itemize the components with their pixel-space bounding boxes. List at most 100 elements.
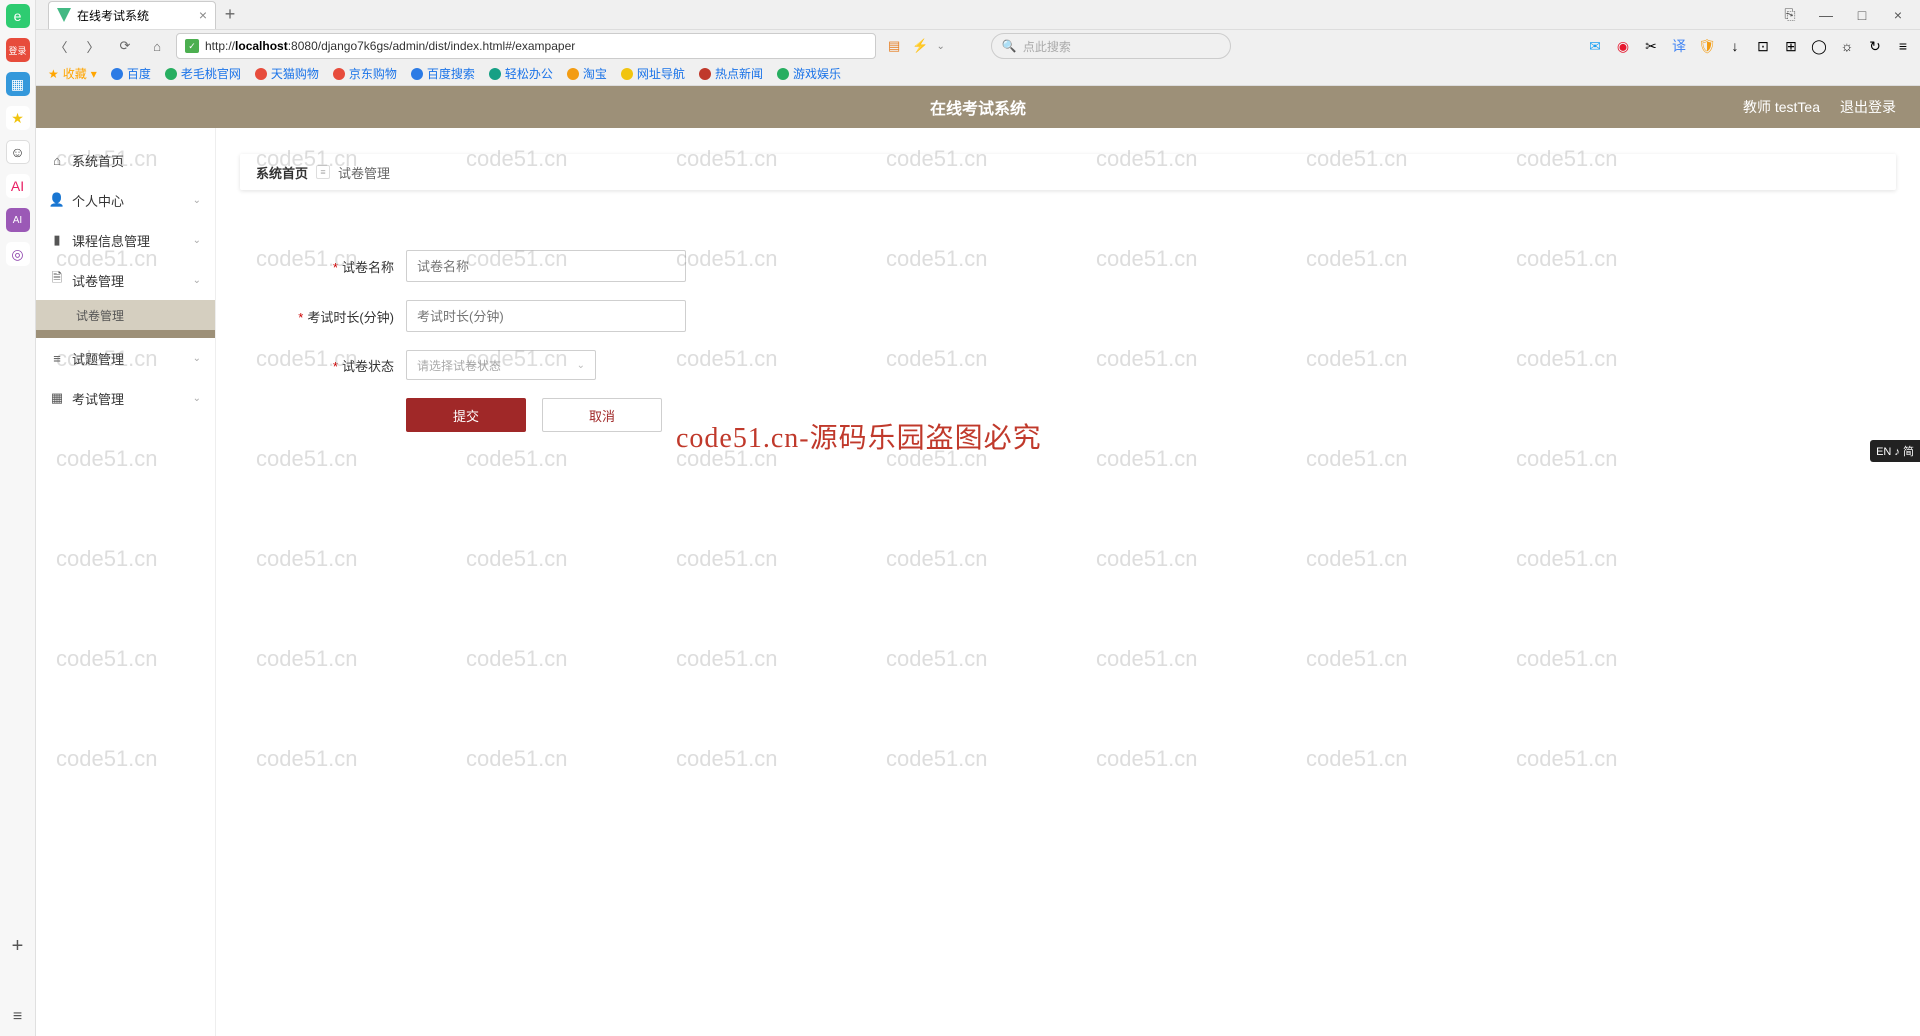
app-body: ⌂ 系统首页 👤 个人中心 ⌄ ▮ 课程信息管理 ⌄ 🗎 试卷管理 ⌄ 试卷管理… xyxy=(36,86,1920,1036)
button-row: 提交 取消 xyxy=(406,398,1896,432)
ext-icon-scissors[interactable]: ✂ xyxy=(1642,37,1660,55)
window-close-icon[interactable]: × xyxy=(1884,5,1912,25)
nav-forward-icon[interactable]: 〉 xyxy=(80,33,106,59)
reader-mode-icon[interactable]: ▤ xyxy=(888,38,900,54)
watermark-tile: code51.cn xyxy=(1516,646,1618,672)
sidebar: ⌂ 系统首页 👤 个人中心 ⌄ ▮ 课程信息管理 ⌄ 🗎 试卷管理 ⌄ 试卷管理… xyxy=(36,86,216,1036)
strip-add-icon[interactable]: + xyxy=(12,935,24,958)
chevron-down-icon: ⌄ xyxy=(193,353,201,364)
browser-left-strip: e 登录 ▦ ★ ☺ AI AI ◎ + ≡ xyxy=(0,0,36,1036)
user-icon: 👤 xyxy=(50,192,64,208)
bookmark-item-7[interactable]: 网址导航 xyxy=(621,65,685,82)
bookmark-item-9[interactable]: 游戏娱乐 xyxy=(777,65,841,82)
tab-close-icon[interactable]: × xyxy=(199,7,207,23)
search-icon: 🔍 xyxy=(1002,39,1017,53)
address-bar: 〈 〉 ⟳ ⌂ ✓ http://localhost:8080/django7k… xyxy=(0,30,1920,62)
breadcrumb-root[interactable]: 系统首页 xyxy=(256,163,308,182)
sidebar-item-exam[interactable]: ▦ 考试管理 ⌄ xyxy=(36,378,215,418)
sidebar-item-home[interactable]: ⌂ 系统首页 xyxy=(36,140,215,180)
sidebar-label: 个人中心 xyxy=(72,191,124,210)
browser-search-input[interactable]: 🔍 点此搜索 xyxy=(991,33,1231,59)
strip-icon-star[interactable]: ★ xyxy=(6,106,30,130)
ext-icon-translate[interactable]: 译 xyxy=(1670,37,1688,55)
strip-icon-robot[interactable]: ☺ xyxy=(6,140,30,164)
bookmark-item-8[interactable]: 热点新闻 xyxy=(699,65,763,82)
form-row-duration: *考试时长(分钟) xyxy=(276,300,1896,332)
bookmark-item-2[interactable]: 天猫购物 xyxy=(255,65,319,82)
watermark-tile: code51.cn xyxy=(1516,446,1618,472)
chevron-down-icon[interactable]: ⌄ xyxy=(936,41,944,52)
strip-icon-login[interactable]: 登录 xyxy=(6,38,30,62)
bookmark-item-6[interactable]: 淘宝 xyxy=(567,65,607,82)
list-icon: ≡ xyxy=(50,351,64,366)
sidebar-item-profile[interactable]: 👤 个人中心 ⌄ xyxy=(36,180,215,220)
lightning-icon[interactable]: ⚡ xyxy=(912,38,928,54)
sidebar-band xyxy=(36,330,215,338)
watermark-grid: code51.cn code51.cn code51.cn code51.cn code… xyxy=(216,86,1920,1036)
strip-icon-browser[interactable]: e xyxy=(6,4,30,28)
cancel-button[interactable]: 取消 xyxy=(542,398,662,432)
watermark-tile: code51.cn xyxy=(676,746,778,772)
ext-icon-weibo[interactable]: ◉ xyxy=(1614,37,1632,55)
bookmark-item-4[interactable]: 百度搜索 xyxy=(411,65,475,82)
sidebar-label: 试卷管理 xyxy=(72,271,124,290)
ext-icon-more[interactable]: ↻ xyxy=(1866,37,1884,55)
ext-icon-download[interactable]: ↓ xyxy=(1726,37,1744,55)
bookmark-item-0[interactable]: 百度 xyxy=(111,65,151,82)
ext-icon-theme[interactable]: ☼ xyxy=(1838,37,1856,55)
watermark-tile: code51.cn xyxy=(466,446,568,472)
status-placeholder: 请选择试卷状态 xyxy=(417,357,501,374)
strip-icon-ai1[interactable]: AI xyxy=(6,174,30,198)
ext-icon-shield[interactable]: 🛡 xyxy=(1698,37,1716,55)
watermark-tile: code51.cn xyxy=(256,746,358,772)
ext-icon-chrome[interactable]: ◯ xyxy=(1810,37,1828,55)
url-text: http://localhost:8080/django7k6gs/admin/… xyxy=(205,39,575,53)
toolbar-right-icons: ✉ ◉ ✂ 译 🛡 ↓ ⊡ ⊞ ◯ ☼ ↻ ≡ xyxy=(1586,37,1912,55)
nav-back-icon[interactable]: 〈 xyxy=(48,33,74,59)
status-select[interactable]: 请选择试卷状态 ⌄ xyxy=(406,350,596,380)
header-logout[interactable]: 退出登录 xyxy=(1840,97,1896,117)
new-tab-button[interactable]: + xyxy=(216,4,244,25)
bookmark-item-1[interactable]: 老毛桃官网 xyxy=(165,65,241,82)
duration-input[interactable] xyxy=(406,300,686,332)
strip-menu-icon[interactable]: ≡ xyxy=(13,1008,22,1026)
browser-menu-icon[interactable]: ≡ xyxy=(1894,37,1912,55)
nav-reload-icon[interactable]: ⟳ xyxy=(112,33,138,59)
sidebar-item-paper[interactable]: 🗎 试卷管理 ⌄ xyxy=(36,260,215,300)
home-icon: ⌂ xyxy=(50,153,64,168)
bookmark-favorites[interactable]: ★ 收藏 ▾ xyxy=(48,65,97,82)
breadcrumb: 系统首页 ≡ 试卷管理 xyxy=(240,154,1896,190)
sidebar-subitem-paper-mgmt[interactable]: 试卷管理 xyxy=(36,300,215,330)
browser-tab-active[interactable]: 在线考试系统 × xyxy=(48,1,216,29)
chevron-down-icon: ⌄ xyxy=(193,235,201,246)
search-placeholder: 点此搜索 xyxy=(1023,38,1071,55)
watermark-tile: code51.cn xyxy=(1306,546,1408,572)
window-minimize-icon[interactable]: — xyxy=(1812,5,1840,25)
name-input[interactable] xyxy=(406,250,686,282)
watermark-tile: code51.cn xyxy=(676,646,778,672)
header-user[interactable]: 教师 testTea xyxy=(1743,97,1820,117)
watermark-tile: code51.cn xyxy=(886,646,988,672)
sidebar-item-course[interactable]: ▮ 课程信息管理 ⌄ xyxy=(36,220,215,260)
ext-icon-pip[interactable]: ⊡ xyxy=(1754,37,1772,55)
nav-home-icon[interactable]: ⌂ xyxy=(144,33,170,59)
watermark-tile: code51.cn xyxy=(1516,746,1618,772)
watermark-tile: code51.cn xyxy=(466,746,568,772)
strip-icon-circle[interactable]: ◎ xyxy=(6,242,30,266)
strip-icon-ai2[interactable]: AI xyxy=(6,208,30,232)
ext-icon-apps[interactable]: ⊞ xyxy=(1782,37,1800,55)
window-controls: ⎘ — □ × xyxy=(1776,5,1920,25)
bookmark-item-5[interactable]: 轻松办公 xyxy=(489,65,553,82)
watermark-tile: code51.cn xyxy=(1096,546,1198,572)
window-maximize-icon[interactable]: □ xyxy=(1848,5,1876,25)
url-input[interactable]: ✓ http://localhost:8080/django7k6gs/admi… xyxy=(176,33,876,59)
ext-icon-1[interactable]: ✉ xyxy=(1586,37,1604,55)
submit-button[interactable]: 提交 xyxy=(406,398,526,432)
bookmark-item-3[interactable]: 京东购物 xyxy=(333,65,397,82)
sidebar-item-question[interactable]: ≡ 试题管理 ⌄ xyxy=(36,338,215,378)
ime-badge[interactable]: EN ♪ 简 xyxy=(1870,440,1920,462)
tab-title: 在线考试系统 xyxy=(77,7,149,24)
watermark-tile: code51.cn xyxy=(466,546,568,572)
window-pin-icon[interactable]: ⎘ xyxy=(1776,5,1804,25)
strip-icon-app1[interactable]: ▦ xyxy=(6,72,30,96)
